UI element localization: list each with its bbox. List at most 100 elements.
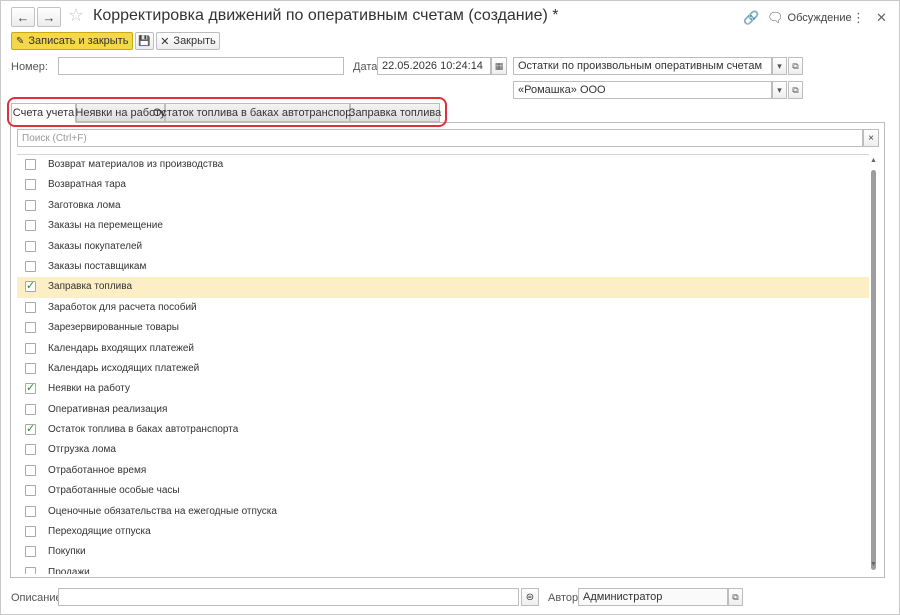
account-label: Покупки	[48, 546, 86, 558]
list-item[interactable]: Продажи	[17, 563, 869, 574]
search-clear-button[interactable]: ×	[863, 129, 879, 147]
number-input[interactable]	[58, 57, 344, 75]
account-checkbox[interactable]	[25, 179, 36, 191]
account-label: Отгрузка лома	[48, 444, 116, 456]
organization-select[interactable]: «Ромашка» ООО	[513, 81, 772, 99]
account-checkbox[interactable]	[25, 464, 36, 476]
account-checkbox[interactable]	[25, 260, 36, 272]
account-checkbox[interactable]: ✓	[25, 383, 36, 395]
save-disk-icon: 💾	[138, 35, 151, 47]
list-item[interactable]: Оперативная реализация	[17, 400, 869, 420]
chat-icon: 🗨	[767, 10, 784, 25]
register-open-button[interactable]: ⧉	[788, 57, 803, 75]
account-label: Оперативная реализация	[48, 403, 168, 415]
register-dropdown-button[interactable]: ▾	[772, 57, 787, 75]
account-checkbox[interactable]	[25, 159, 36, 170]
account-checkbox[interactable]	[25, 485, 36, 497]
account-label: Неявки на работу	[48, 383, 130, 395]
account-label: Возвратная тара	[48, 179, 126, 191]
account-label: Остаток топлива в баках автотранспорта	[48, 424, 239, 436]
open-form-icon: ⧉	[792, 60, 799, 71]
tabs-highlight-outline	[7, 97, 447, 127]
organization-open-button[interactable]: ⧉	[788, 81, 803, 99]
list-item[interactable]: Зарезервированные товары	[17, 318, 869, 338]
list-scrollbar[interactable]: ▲ ▼	[869, 154, 879, 574]
close-x-icon: ✕	[160, 35, 170, 48]
account-checkbox[interactable]	[25, 526, 36, 538]
account-label: Продажи	[48, 566, 90, 574]
scroll-down-icon[interactable]: ▼	[870, 561, 877, 568]
search-input[interactable]: Поиск (Ctrl+F)	[17, 129, 863, 147]
description-label: Описание:	[11, 592, 65, 604]
account-label: Отработанные особые часы	[48, 485, 180, 497]
account-label: Зарезервированные товары	[48, 322, 179, 334]
close-window-button[interactable]: ✕	[876, 10, 887, 26]
list-item[interactable]: Календарь входящих платежей	[17, 339, 869, 359]
calendar-button[interactable]: ▦	[491, 57, 507, 75]
account-checkbox[interactable]	[25, 546, 36, 558]
register-select[interactable]: Остатки по произвольным оперативным счет…	[513, 57, 772, 75]
list-item[interactable]: Отработанные особые часы	[17, 481, 869, 501]
list-item[interactable]: Покупки	[17, 542, 869, 562]
accounts-list: Возврат материалов из производства Возвра…	[17, 154, 869, 574]
account-checkbox[interactable]	[25, 444, 36, 456]
more-button[interactable]: ⋮	[852, 10, 865, 26]
account-checkbox[interactable]	[25, 362, 36, 374]
account-checkbox[interactable]	[25, 342, 36, 354]
account-checkbox[interactable]: ✓	[25, 281, 36, 293]
list-item[interactable]: Заработок для расчета пособий	[17, 298, 869, 318]
account-label: Заправка топлива	[48, 281, 133, 293]
back-button[interactable]: ←	[11, 7, 35, 27]
account-label: Заготовка лома	[48, 199, 121, 211]
link-icon: 🔗	[743, 10, 760, 25]
list-item[interactable]: ✓ Неявки на работу	[17, 379, 869, 399]
account-label: Отработанное время	[48, 464, 147, 476]
save-and-close-button[interactable]: ✎ Записать и закрыть	[11, 32, 133, 50]
forward-button[interactable]: →	[37, 7, 61, 27]
scroll-up-icon[interactable]: ▲	[870, 157, 877, 164]
list-item[interactable]: ✓ Остаток топлива в баках автотранспорта	[17, 420, 869, 440]
account-checkbox[interactable]	[25, 199, 36, 211]
open-form-icon: ⧉	[792, 84, 799, 95]
list-item[interactable]: Возврат материалов из производства	[17, 155, 869, 175]
save-button[interactable]: 💾	[135, 32, 154, 50]
arrow-left-icon: ←	[16, 9, 30, 25]
description-input[interactable]	[58, 588, 519, 606]
account-checkbox[interactable]	[25, 240, 36, 252]
close-button[interactable]: ✕ Закрыть	[156, 32, 220, 50]
account-checkbox[interactable]	[25, 322, 36, 334]
list-item[interactable]: Заказы поставщикам	[17, 257, 869, 277]
date-input[interactable]: 22.05.2026 10:24:14	[377, 57, 491, 75]
list-item[interactable]: ✓ Заправка топлива	[17, 277, 869, 298]
organization-dropdown-button[interactable]: ▾	[772, 81, 787, 99]
list-item[interactable]: Заготовка лома	[17, 196, 869, 216]
list-item[interactable]: Заказы покупателей	[17, 237, 869, 257]
list-item[interactable]: Отработанное время	[17, 461, 869, 481]
account-label: Календарь исходящих платежей	[48, 362, 200, 374]
list-item[interactable]: Заказы на перемещение	[17, 216, 869, 236]
account-checkbox[interactable]	[25, 301, 36, 313]
link-button[interactable]: 🔗	[743, 10, 759, 26]
list-item[interactable]: Отгрузка лома	[17, 440, 869, 460]
account-checkbox[interactable]	[25, 403, 36, 415]
favorite-star-icon[interactable]: ☆	[68, 5, 84, 26]
author-open-button[interactable]: ⧉	[728, 588, 743, 606]
window-frame: ← → ☆ Корректировка движений по оператив…	[0, 0, 900, 615]
author-field[interactable]: Администратор	[578, 588, 728, 606]
account-checkbox[interactable]	[25, 220, 36, 232]
description-edit-button[interactable]: ⊜	[521, 588, 539, 606]
account-checkbox[interactable]: ✓	[25, 424, 36, 436]
list-item[interactable]: Возвратная тара	[17, 175, 869, 195]
discussion-label: Обсуждение	[787, 12, 852, 24]
list-item[interactable]: Оценочные обязательства на ежегодные отп…	[17, 502, 869, 522]
circle-arrow-icon: ⊜	[525, 591, 535, 603]
list-item[interactable]: Переходящие отпуска	[17, 522, 869, 542]
account-checkbox[interactable]	[25, 505, 36, 517]
scroll-thumb[interactable]	[871, 170, 876, 570]
more-vertical-icon: ⋮	[852, 10, 865, 25]
account-label: Заказы поставщикам	[48, 260, 147, 272]
discussion-button[interactable]: 🗨 Обсуждение	[767, 10, 852, 26]
account-checkbox[interactable]	[25, 566, 36, 574]
list-item[interactable]: Календарь исходящих платежей	[17, 359, 869, 379]
calendar-icon: ▦	[494, 60, 504, 71]
